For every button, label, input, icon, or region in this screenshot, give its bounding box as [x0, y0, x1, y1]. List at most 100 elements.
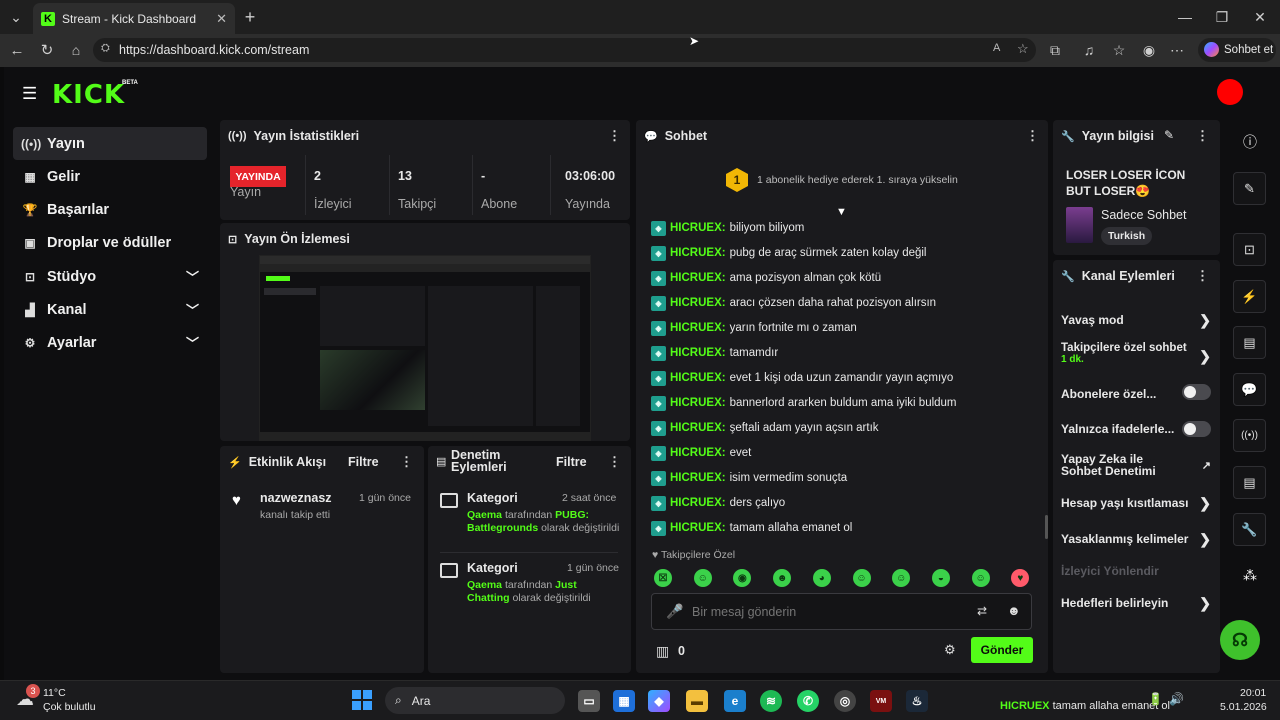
browser-tab-active[interactable]: K Stream - Kick Dashboard ✕: [33, 3, 235, 34]
store-icon[interactable]: ▦: [613, 690, 635, 712]
emote-icon[interactable]: ☒: [654, 569, 672, 587]
chat-username[interactable]: HICRUEX:: [670, 472, 726, 484]
start-icon[interactable]: [352, 690, 372, 710]
moderation-icon[interactable]: ▤: [1233, 466, 1266, 499]
chat-message[interactable]: ◈ HICRUEX: tamamdır: [651, 344, 778, 362]
tray-icons[interactable]: 🔋🔊: [1148, 692, 1190, 706]
points-icon[interactable]: ▥: [656, 643, 669, 660]
chat-username[interactable]: HICRUEX:: [670, 222, 726, 234]
chat-message[interactable]: ◈ HICRUEX: evet: [651, 444, 751, 462]
voicemeeter-icon[interactable]: VM: [870, 690, 892, 712]
chat-username[interactable]: HICRUEX:: [670, 297, 726, 309]
chat-message[interactable]: ◈ HICRUEX: bannerlord ararken buldum ama i…: [651, 394, 957, 412]
emotes-only-toggle[interactable]: [1182, 421, 1211, 437]
panel-menu-icon[interactable]: ⋮: [400, 454, 413, 470]
back-icon[interactable]: ←: [8, 41, 26, 59]
read-aloud-icon[interactable]: A: [993, 42, 1000, 54]
panel-menu-icon[interactable]: ⋮: [608, 454, 621, 470]
chat-username[interactable]: HICRUEX:: [670, 372, 726, 384]
spotify-icon[interactable]: ≋: [760, 690, 782, 712]
emote-icon[interactable]: ☺: [971, 569, 990, 587]
file-explorer-icon[interactable]: ▬: [686, 690, 708, 712]
copilot-button[interactable]: Sohbet et: [1198, 38, 1276, 62]
sidebar-item-basarilar[interactable]: 🏆 Başarılar: [13, 193, 207, 226]
panel-menu-icon[interactable]: ⋮: [1026, 128, 1039, 144]
stream-preview-video[interactable]: [259, 255, 591, 441]
whatsapp-icon[interactable]: ✆: [797, 690, 819, 712]
panel-menu-icon[interactable]: ⋮: [1196, 128, 1209, 144]
chat-username[interactable]: HICRUEX:: [670, 347, 726, 359]
chat-message[interactable]: ◈ HICRUEX: yarın fortnite mı o zaman: [651, 319, 857, 337]
chat-input[interactable]: 🎤 ⇄ ☻: [651, 593, 1032, 630]
tab-list-chevron-icon[interactable]: ⌄: [6, 8, 26, 26]
chat-username[interactable]: HICRUEX:: [670, 272, 726, 284]
panel-menu-icon[interactable]: ⋮: [608, 128, 621, 144]
chat-message[interactable]: ◈ HICRUEX: şeftali adam yayın açsın artık: [651, 419, 879, 437]
chat-username[interactable]: HICRUEX:: [670, 522, 726, 534]
window-close-icon[interactable]: ✕: [1250, 8, 1270, 26]
sidebar-item-droplar[interactable]: ▣ Droplar ve ödüller: [13, 226, 207, 259]
address-bar[interactable]: ⛭ https://dashboard.kick.com/stream A ☆: [93, 38, 1036, 62]
chat-settings-icon[interactable]: ⚙: [944, 642, 956, 658]
edit-pencil-icon[interactable]: ✎: [1164, 128, 1174, 142]
action-banned-words[interactable]: Yasaklanmış kelimeler ❯: [1061, 530, 1211, 548]
action-ai-moderation[interactable]: Yapay Zeka ile Sohbet Denetimi ↗: [1061, 453, 1211, 479]
sidebar-item-ayarlar[interactable]: ⚙ Ayarlar ﹀: [13, 326, 207, 359]
support-headset-button[interactable]: ☊: [1220, 620, 1260, 660]
copilot-app-icon[interactable]: ◆: [648, 690, 670, 712]
action-set-goals[interactable]: Hedefleri belirleyin ❯: [1061, 594, 1211, 612]
taskbar-search[interactable]: ⌕ Ara: [385, 687, 565, 714]
reload-icon[interactable]: ↻: [38, 41, 56, 59]
lightning-icon[interactable]: ⚡: [1233, 280, 1266, 313]
maximize-icon[interactable]: ❐: [1212, 8, 1232, 26]
send-button[interactable]: Gönder: [971, 637, 1033, 663]
wrench-icon[interactable]: 🔧: [1233, 513, 1266, 546]
translate-icon[interactable]: ⇄: [977, 604, 987, 618]
chat-username[interactable]: HICRUEX:: [670, 422, 726, 434]
emote-icon[interactable]: ◒: [931, 569, 950, 587]
chat-message[interactable]: ◈ HICRUEX: pubg de araç sürmek zaten kolay…: [651, 244, 927, 262]
sidebar-item-studyo[interactable]: ⊡ Stüdyo ﹀: [13, 260, 207, 293]
home-icon[interactable]: ⌂: [67, 41, 85, 59]
filter-button[interactable]: Filtre: [556, 455, 587, 469]
emote-icon[interactable]: ☺: [693, 569, 712, 587]
emote-icon[interactable]: ☻: [773, 569, 792, 587]
info-icon[interactable]: ⓘ: [1240, 133, 1260, 151]
emote-icon[interactable]: ☺: [852, 569, 871, 587]
sidebar-item-kanal[interactable]: ▟ Kanal ﹀: [13, 293, 207, 326]
clock-date[interactable]: 5.01.2026: [1220, 701, 1267, 713]
chat-message[interactable]: ◈ HICRUEX: aracı çözsen daha rahat pozisyo…: [651, 294, 936, 312]
chat-username[interactable]: HICRUEX:: [670, 322, 726, 334]
sidebar-item-gelir[interactable]: ▦ Gelir: [13, 160, 207, 193]
profile-icon[interactable]: ◉: [1140, 41, 1158, 59]
edge-icon[interactable]: e: [724, 690, 746, 712]
clock-time[interactable]: 20:01: [1240, 687, 1266, 699]
favorite-star-icon[interactable]: ☆: [1017, 41, 1029, 57]
pinned-collapse-icon[interactable]: ▼: [836, 206, 847, 218]
extensions-icon[interactable]: ⧉: [1046, 41, 1064, 59]
more-menu-icon[interactable]: ⋯: [1168, 41, 1186, 59]
media-icon[interactable]: ♫: [1080, 41, 1098, 59]
broadcast-icon[interactable]: ((•)): [1233, 419, 1266, 452]
favorites-icon[interactable]: ☆: [1110, 41, 1128, 59]
chat-username[interactable]: HICRUEX:: [670, 497, 726, 509]
action-slow-mode[interactable]: Yavaş mod ❯: [1061, 311, 1211, 329]
site-info-icon[interactable]: ⛭: [101, 42, 110, 55]
chat-scrollbar[interactable]: [1045, 515, 1048, 539]
avatar[interactable]: [1217, 79, 1243, 105]
emote-icon[interactable]: ◕: [812, 569, 831, 587]
chat-message[interactable]: ◈ HICRUEX: biliyom biliyom: [651, 219, 804, 237]
chrome-icon[interactable]: ◎: [834, 690, 856, 712]
tab-close-icon[interactable]: ✕: [216, 11, 227, 27]
notes-icon[interactable]: ▤: [1233, 326, 1266, 359]
chat-username[interactable]: HICRUEX:: [670, 247, 726, 259]
chat-bubble-icon[interactable]: 💬: [1233, 373, 1266, 406]
new-tab-icon[interactable]: +: [240, 7, 260, 27]
minimize-icon[interactable]: —: [1175, 8, 1195, 26]
chat-message[interactable]: ◈ HICRUEX: ama pozisyon alman çok kötü: [651, 269, 881, 287]
more-apps-icon[interactable]: ⁂: [1240, 566, 1260, 584]
chat-username[interactable]: HICRUEX:: [670, 447, 726, 459]
chat-message-field[interactable]: [692, 603, 952, 621]
chat-username[interactable]: HICRUEX:: [670, 397, 726, 409]
hamburger-menu-icon[interactable]: ☰: [22, 84, 37, 104]
